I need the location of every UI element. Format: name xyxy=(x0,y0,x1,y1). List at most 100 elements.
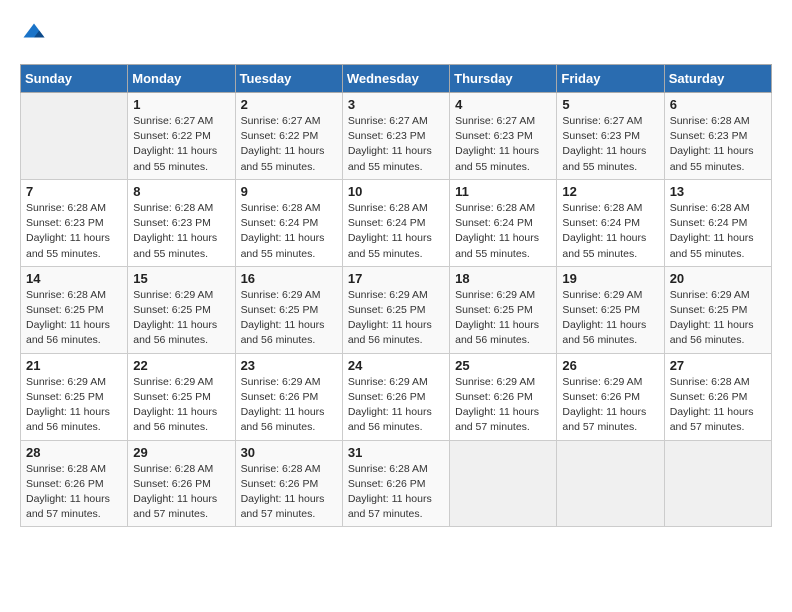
calendar-cell: 24Sunrise: 6:29 AM Sunset: 6:26 PM Dayli… xyxy=(342,353,449,440)
calendar-cell: 27 Sunrise: 6:28 AM Sunset: 6:26 PM Dayli… xyxy=(664,353,771,440)
day-number: 4 xyxy=(455,97,551,112)
day-info: Sunrise: 6:29 AM Sunset: 6:26 PM Dayligh… xyxy=(455,375,551,436)
day-number: 13 xyxy=(670,184,766,199)
day-info: Sunrise: 6:29 AM Sunset: 6:26 PM Dayligh… xyxy=(562,375,658,436)
day-info: Sunrise: 6:28 AM Sunset: 6:26 PM Dayligh… xyxy=(670,375,766,436)
calendar-cell: 1 Sunrise: 6:27 AM Sunset: 6:22 PM Daylig… xyxy=(128,93,235,180)
day-info: Sunrise: 6:27 AM Sunset: 6:23 PM Dayligh… xyxy=(562,114,658,175)
calendar-cell: 5 Sunrise: 6:27 AM Sunset: 6:23 PM Daylig… xyxy=(557,93,664,180)
calendar-cell xyxy=(450,440,557,527)
day-info: Sunrise: 6:29 AM Sunset: 6:25 PM Dayligh… xyxy=(133,375,229,436)
calendar-cell: 13 Sunrise: 6:28 AM Sunset: 6:24 PM Dayli… xyxy=(664,179,771,266)
day-number: 10 xyxy=(348,184,444,199)
day-number: 27 xyxy=(670,358,766,373)
day-number: 26 xyxy=(562,358,658,373)
day-number: 6 xyxy=(670,97,766,112)
day-info: Sunrise: 6:28 AM Sunset: 6:24 PM Dayligh… xyxy=(562,201,658,262)
logo-icon xyxy=(20,20,48,48)
day-info: Sunrise: 6:28 AM Sunset: 6:23 PM Dayligh… xyxy=(26,201,122,262)
day-number: 24 xyxy=(348,358,444,373)
day-info: Sunrise: 6:27 AM Sunset: 6:23 PM Dayligh… xyxy=(348,114,444,175)
calendar-cell: 4 Sunrise: 6:27 AM Sunset: 6:23 PM Daylig… xyxy=(450,93,557,180)
day-of-week-header: Wednesday xyxy=(342,65,449,93)
day-info: Sunrise: 6:28 AM Sunset: 6:23 PM Dayligh… xyxy=(670,114,766,175)
calendar-cell: 30 Sunrise: 6:28 AM Sunset: 6:26 PM Dayli… xyxy=(235,440,342,527)
day-number: 12 xyxy=(562,184,658,199)
day-info: Sunrise: 6:29 AM Sunset: 6:26 PM Dayligh… xyxy=(241,375,337,436)
day-number: 19 xyxy=(562,271,658,286)
day-of-week-header: Monday xyxy=(128,65,235,93)
day-number: 30 xyxy=(241,445,337,460)
calendar-cell xyxy=(557,440,664,527)
day-of-week-header: Tuesday xyxy=(235,65,342,93)
day-number: 31 xyxy=(348,445,444,460)
calendar-cell: 22 Sunrise: 6:29 AM Sunset: 6:25 PM Dayli… xyxy=(128,353,235,440)
calendar-cell xyxy=(664,440,771,527)
day-number: 1 xyxy=(133,97,229,112)
day-number: 17 xyxy=(348,271,444,286)
day-info: Sunrise: 6:28 AM Sunset: 6:26 PM Dayligh… xyxy=(241,462,337,523)
day-info: Sunrise: 6:28 AM Sunset: 6:25 PM Dayligh… xyxy=(26,288,122,349)
day-info: Sunrise: 6:27 AM Sunset: 6:23 PM Dayligh… xyxy=(455,114,551,175)
calendar-cell: 9 Sunrise: 6:28 AM Sunset: 6:24 PM Daylig… xyxy=(235,179,342,266)
day-info: Sunrise: 6:29 AM Sunset: 6:25 PM Dayligh… xyxy=(670,288,766,349)
day-number: 2 xyxy=(241,97,337,112)
calendar-cell: 20Sunrise: 6:29 AM Sunset: 6:25 PM Dayli… xyxy=(664,266,771,353)
day-number: 5 xyxy=(562,97,658,112)
calendar-cell: 23 Sunrise: 6:29 AM Sunset: 6:26 PM Dayli… xyxy=(235,353,342,440)
logo xyxy=(20,20,52,48)
day-number: 11 xyxy=(455,184,551,199)
day-number: 14 xyxy=(26,271,122,286)
day-number: 29 xyxy=(133,445,229,460)
calendar-week-row: 7 Sunrise: 6:28 AM Sunset: 6:23 PM Daylig… xyxy=(21,179,772,266)
day-info: Sunrise: 6:28 AM Sunset: 6:24 PM Dayligh… xyxy=(241,201,337,262)
calendar-cell: 14 Sunrise: 6:28 AM Sunset: 6:25 PM Dayli… xyxy=(21,266,128,353)
day-of-week-header: Friday xyxy=(557,65,664,93)
calendar-cell: 17 Sunrise: 6:29 AM Sunset: 6:25 PM Dayli… xyxy=(342,266,449,353)
calendar-cell: 19 Sunrise: 6:29 AM Sunset: 6:25 PM Dayli… xyxy=(557,266,664,353)
calendar-cell: 2Sunrise: 6:27 AM Sunset: 6:22 PM Daylig… xyxy=(235,93,342,180)
day-info: Sunrise: 6:28 AM Sunset: 6:26 PM Dayligh… xyxy=(133,462,229,523)
calendar-week-row: 1 Sunrise: 6:27 AM Sunset: 6:22 PM Daylig… xyxy=(21,93,772,180)
calendar-cell: 11Sunrise: 6:28 AM Sunset: 6:24 PM Dayli… xyxy=(450,179,557,266)
day-of-week-header: Thursday xyxy=(450,65,557,93)
calendar-header-row: SundayMondayTuesdayWednesdayThursdayFrid… xyxy=(21,65,772,93)
day-info: Sunrise: 6:28 AM Sunset: 6:26 PM Dayligh… xyxy=(348,462,444,523)
day-info: Sunrise: 6:29 AM Sunset: 6:25 PM Dayligh… xyxy=(455,288,551,349)
day-info: Sunrise: 6:28 AM Sunset: 6:23 PM Dayligh… xyxy=(133,201,229,262)
day-number: 22 xyxy=(133,358,229,373)
day-info: Sunrise: 6:29 AM Sunset: 6:25 PM Dayligh… xyxy=(241,288,337,349)
calendar-cell: 21 Sunrise: 6:29 AM Sunset: 6:25 PM Dayli… xyxy=(21,353,128,440)
calendar-cell: 26 Sunrise: 6:29 AM Sunset: 6:26 PM Dayli… xyxy=(557,353,664,440)
calendar-cell: 7 Sunrise: 6:28 AM Sunset: 6:23 PM Daylig… xyxy=(21,179,128,266)
calendar-cell: 18Sunrise: 6:29 AM Sunset: 6:25 PM Dayli… xyxy=(450,266,557,353)
calendar-week-row: 14 Sunrise: 6:28 AM Sunset: 6:25 PM Dayli… xyxy=(21,266,772,353)
day-number: 15 xyxy=(133,271,229,286)
calendar-cell: 28Sunrise: 6:28 AM Sunset: 6:26 PM Dayli… xyxy=(21,440,128,527)
day-number: 7 xyxy=(26,184,122,199)
day-number: 9 xyxy=(241,184,337,199)
day-number: 16 xyxy=(241,271,337,286)
day-info: Sunrise: 6:29 AM Sunset: 6:25 PM Dayligh… xyxy=(348,288,444,349)
day-number: 28 xyxy=(26,445,122,460)
calendar-cell xyxy=(21,93,128,180)
day-number: 21 xyxy=(26,358,122,373)
calendar-week-row: 21 Sunrise: 6:29 AM Sunset: 6:25 PM Dayli… xyxy=(21,353,772,440)
calendar-cell: 29 Sunrise: 6:28 AM Sunset: 6:26 PM Dayli… xyxy=(128,440,235,527)
calendar-cell: 6 Sunrise: 6:28 AM Sunset: 6:23 PM Daylig… xyxy=(664,93,771,180)
day-info: Sunrise: 6:27 AM Sunset: 6:22 PM Dayligh… xyxy=(133,114,229,175)
calendar-cell: 10 Sunrise: 6:28 AM Sunset: 6:24 PM Dayli… xyxy=(342,179,449,266)
day-info: Sunrise: 6:29 AM Sunset: 6:25 PM Dayligh… xyxy=(26,375,122,436)
day-number: 23 xyxy=(241,358,337,373)
calendar-cell: 15 Sunrise: 6:29 AM Sunset: 6:25 PM Dayli… xyxy=(128,266,235,353)
calendar-cell: 8 Sunrise: 6:28 AM Sunset: 6:23 PM Daylig… xyxy=(128,179,235,266)
calendar-cell: 31 Sunrise: 6:28 AM Sunset: 6:26 PM Dayli… xyxy=(342,440,449,527)
day-info: Sunrise: 6:29 AM Sunset: 6:25 PM Dayligh… xyxy=(133,288,229,349)
day-number: 8 xyxy=(133,184,229,199)
calendar-cell: 3Sunrise: 6:27 AM Sunset: 6:23 PM Daylig… xyxy=(342,93,449,180)
day-info: Sunrise: 6:28 AM Sunset: 6:24 PM Dayligh… xyxy=(670,201,766,262)
calendar-week-row: 28 Sunrise: 6:28 AM Sunset: 6:26 PM Dayli… xyxy=(21,440,772,527)
day-info: Sunrise: 6:29 AM Sunset: 6:25 PM Dayligh… xyxy=(562,288,658,349)
day-info: Sunrise: 6:28 AM Sunset: 6:24 PM Dayligh… xyxy=(348,201,444,262)
calendar-table: SundayMondayTuesdayWednesdayThursdayFrid… xyxy=(20,64,772,527)
